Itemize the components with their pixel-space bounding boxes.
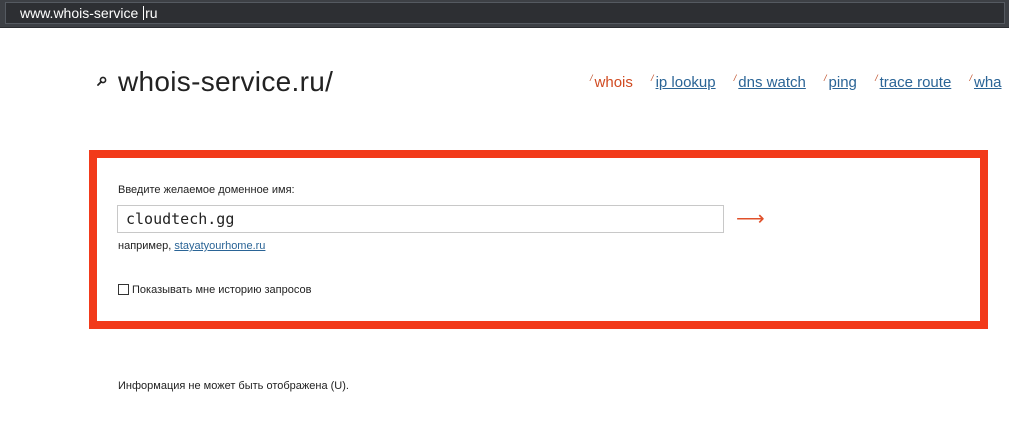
nav-item-dns-watch[interactable]: / dns watch [734, 73, 806, 91]
text-caret [143, 6, 145, 20]
example-hint: например, stayatyourhome.ru [118, 240, 265, 252]
url-before-caret: www.whois-service [20, 5, 143, 21]
search-icon [97, 76, 107, 86]
url-text[interactable]: www.whois-service ru [20, 5, 158, 21]
history-option[interactable]: Показывать мне историю запросов [118, 284, 311, 296]
domain-input[interactable] [117, 205, 724, 233]
example-link[interactable]: stayatyourhome.ru [174, 240, 265, 252]
history-label[interactable]: Показывать мне историю запросов [132, 284, 311, 296]
nav-item-ip-lookup[interactable]: / ip lookup [651, 73, 716, 91]
nav-slash: / [824, 73, 827, 83]
nav-link[interactable]: dns watch [738, 74, 806, 91]
example-prefix: например, [118, 240, 175, 252]
url-field[interactable]: www.whois-service ru [5, 2, 1005, 24]
nav-link[interactable]: trace route [880, 74, 952, 91]
nav-slash: / [969, 73, 972, 83]
domain-label: Введите желаемое доменное имя: [118, 184, 295, 196]
nav-item-whatsmyip-cut[interactable]: / wha [969, 73, 1001, 91]
nav-label[interactable]: whois [595, 74, 633, 91]
nav-link[interactable]: ping [829, 74, 857, 91]
nav-slash: / [733, 73, 737, 83]
nav-item-ping[interactable]: / ping [824, 73, 857, 91]
url-after-caret: ru [145, 5, 158, 21]
nav-slash: / [651, 73, 654, 83]
nav-item-trace-route[interactable]: / trace route [875, 73, 951, 91]
browser-address-bar: www.whois-service ru [0, 0, 1009, 28]
site-logo[interactable]: whois-service.ru/ [118, 66, 333, 98]
top-nav: / whois / ip lookup / dns watch / ping / trac… [590, 73, 1009, 91]
site-header: whois-service.ru/ / whois / ip lookup / dns… [0, 28, 1009, 118]
arrow-right-icon[interactable]: ⟶ [736, 207, 765, 231]
nav-slash: / [590, 73, 593, 83]
nav-item-whois[interactable]: / whois [590, 73, 633, 91]
history-checkbox[interactable] [118, 284, 129, 295]
nav-slash: / [875, 73, 878, 83]
nav-link[interactable]: ip lookup [656, 74, 716, 91]
nav-link[interactable]: wha [974, 74, 1002, 91]
info-message: Информация не может быть отображена (U). [118, 380, 349, 392]
